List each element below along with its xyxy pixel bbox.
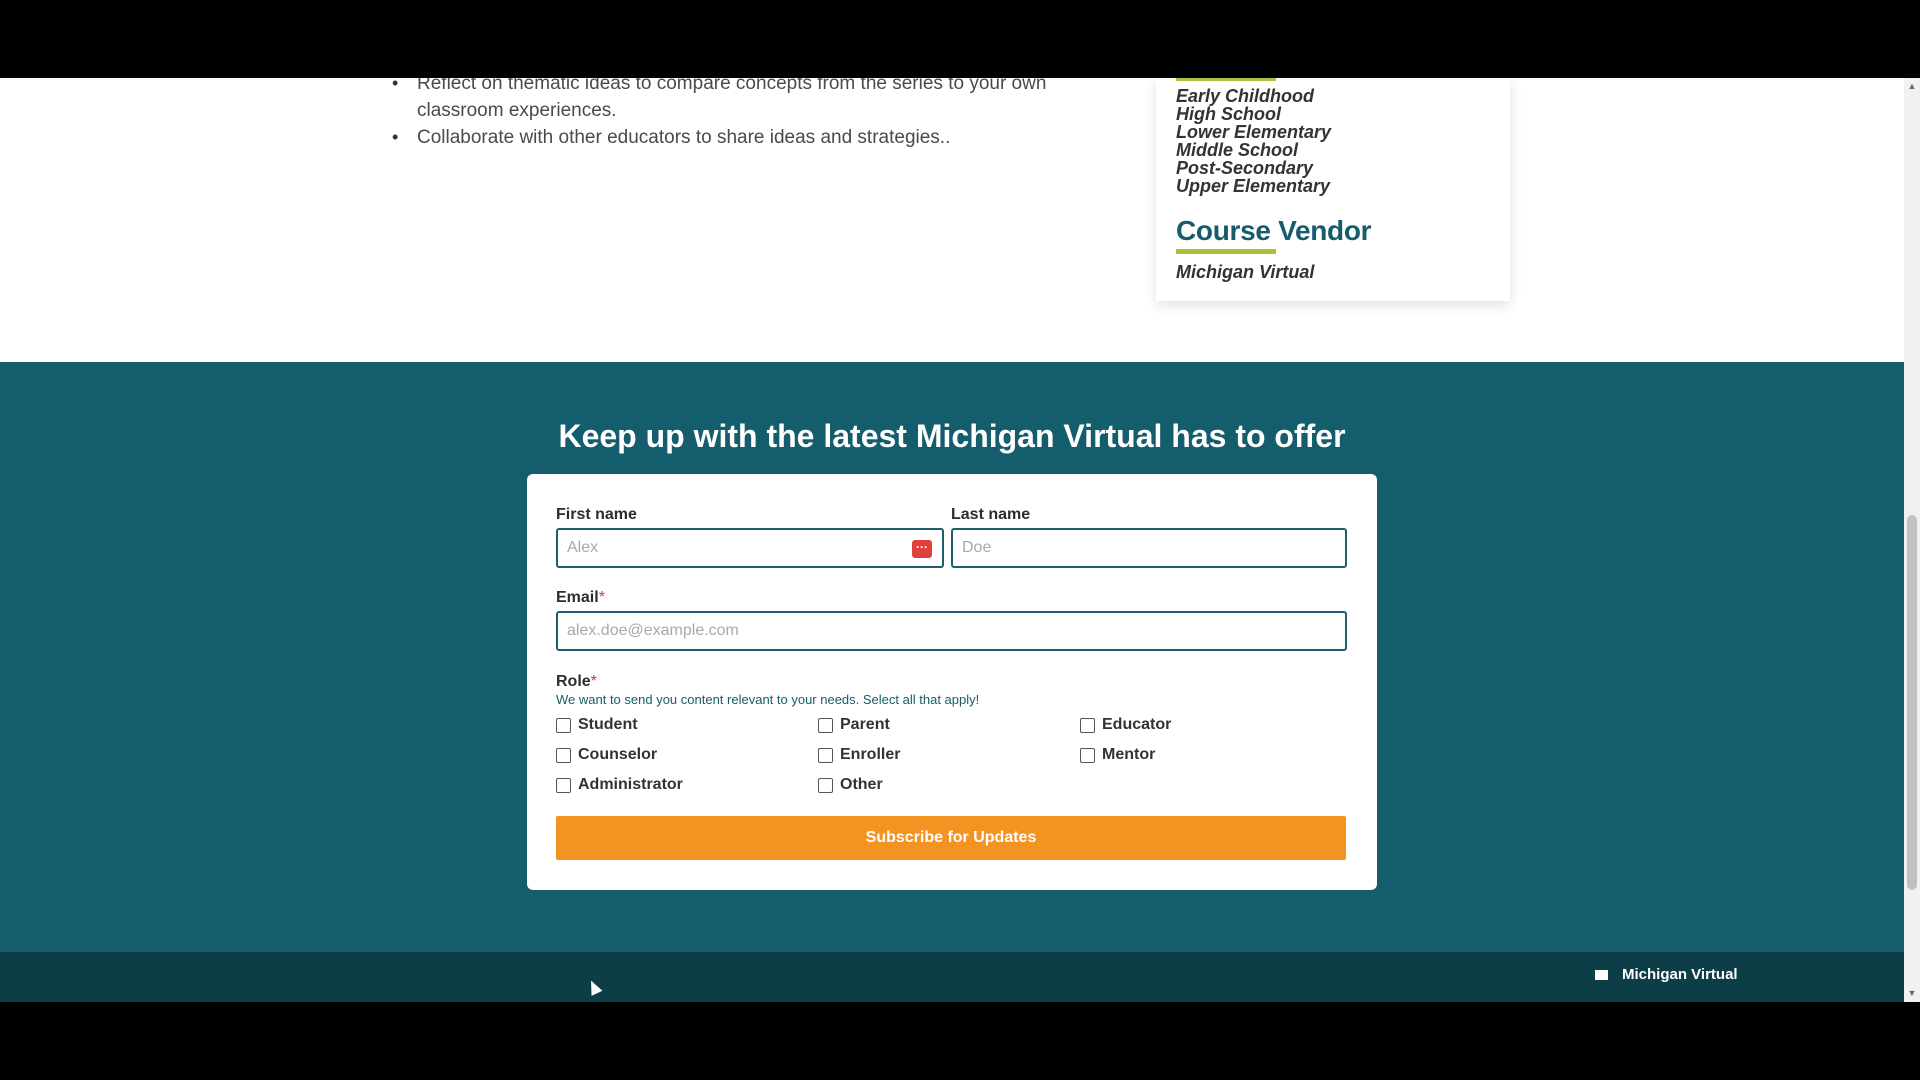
- grade-level: Post-Secondary: [1176, 158, 1314, 178]
- email-label-text: Email: [556, 589, 599, 606]
- objective-item: Collaborate with other educators to shar…: [392, 124, 1112, 151]
- grade-level: Middle School: [1176, 140, 1299, 160]
- last-name-label: Last name: [951, 506, 1031, 523]
- checkbox[interactable]: [818, 747, 833, 763]
- grade-level: Lower Elementary: [1176, 122, 1332, 142]
- page-content: Reflect on thematic ideas to compare con…: [0, 78, 1904, 1002]
- grade-levels-list: Early Childhood High School Lower Elemen…: [1176, 87, 1331, 195]
- checkbox[interactable]: [556, 747, 571, 763]
- newsletter-section: Keep up with the latest Michigan Virtual…: [0, 362, 1904, 952]
- checkbox[interactable]: [818, 717, 833, 733]
- role-option-label: Other: [840, 776, 883, 793]
- vertical-scrollbar[interactable]: ▲ ▼: [1904, 78, 1920, 1002]
- newsletter-form: First name ··· Last name Email* Role*: [527, 474, 1377, 890]
- role-option-label: Parent: [840, 716, 890, 733]
- checkbox[interactable]: [818, 777, 833, 793]
- site-footer: Michigan Virtual: [0, 952, 1904, 1002]
- grade-level: Upper Elementary: [1176, 176, 1331, 196]
- role-option-label: Mentor: [1102, 746, 1156, 763]
- last-name-input[interactable]: [953, 530, 1345, 566]
- email-input[interactable]: [558, 613, 1345, 649]
- grade-level: Early Childhood: [1176, 86, 1315, 106]
- role-help-text: We want to send you content relevant to …: [556, 692, 980, 707]
- scroll-up-arrow-icon[interactable]: ▲: [1907, 81, 1917, 91]
- role-checkbox-student[interactable]: Student: [556, 716, 638, 734]
- role-label-text: Role: [556, 673, 591, 690]
- role-checkbox-other[interactable]: Other: [818, 776, 883, 794]
- role-option-label: Administrator: [578, 776, 683, 793]
- subscribe-button[interactable]: Subscribe for Updates: [556, 816, 1346, 860]
- first-name-field[interactable]: ···: [556, 528, 944, 568]
- required-mark: *: [598, 589, 605, 606]
- required-mark: *: [590, 673, 597, 690]
- newsletter-title: Keep up with the latest Michigan Virtual…: [558, 418, 1346, 454]
- first-name-input[interactable]: [558, 530, 942, 566]
- checkbox[interactable]: [1080, 747, 1095, 763]
- role-label: Role*: [556, 673, 597, 691]
- objectives-list: Reflect on thematic ideas to compare con…: [392, 78, 1112, 151]
- first-name-label: First name: [556, 506, 637, 523]
- michigan-virtual-logo-icon: [1595, 969, 1608, 980]
- checkbox[interactable]: [1080, 717, 1095, 733]
- role-checkbox-mentor[interactable]: Mentor: [1080, 746, 1155, 764]
- footer-brand-name: Michigan Virtual: [1622, 966, 1738, 983]
- grade-level: High School: [1176, 104, 1281, 124]
- checkbox[interactable]: [556, 777, 571, 793]
- course-vendor-heading: Course Vendor: [1176, 215, 1372, 246]
- accent-bar: [1176, 78, 1276, 81]
- role-checkbox-enroller[interactable]: Enroller: [818, 746, 900, 764]
- browser-viewport: Reflect on thematic ideas to compare con…: [0, 78, 1920, 1002]
- footer-brand[interactable]: Michigan Virtual: [1595, 966, 1738, 983]
- checkbox[interactable]: [556, 717, 571, 733]
- role-option-label: Counselor: [578, 746, 658, 763]
- role-option-label: Student: [578, 716, 638, 733]
- role-option-label: Enroller: [840, 746, 901, 763]
- objective-item: Reflect on thematic ideas to compare con…: [392, 78, 1112, 124]
- heading-underline: [1176, 249, 1276, 254]
- email-label: Email*: [556, 589, 605, 607]
- email-field[interactable]: [556, 611, 1347, 651]
- password-manager-icon[interactable]: ···: [912, 540, 932, 558]
- last-name-field[interactable]: [951, 528, 1347, 568]
- role-checkbox-parent[interactable]: Parent: [818, 716, 890, 734]
- role-option-label: Educator: [1102, 716, 1172, 733]
- scrollbar-thumb[interactable]: [1907, 515, 1917, 890]
- course-details-card: Early Childhood High School Lower Elemen…: [1156, 78, 1510, 301]
- role-checkbox-educator[interactable]: Educator: [1080, 716, 1171, 734]
- role-checkbox-administrator[interactable]: Administrator: [556, 776, 683, 794]
- role-checkbox-counselor[interactable]: Counselor: [556, 746, 657, 764]
- scroll-down-arrow-icon[interactable]: ▼: [1907, 988, 1917, 998]
- course-vendor-name: Michigan Virtual: [1176, 262, 1315, 282]
